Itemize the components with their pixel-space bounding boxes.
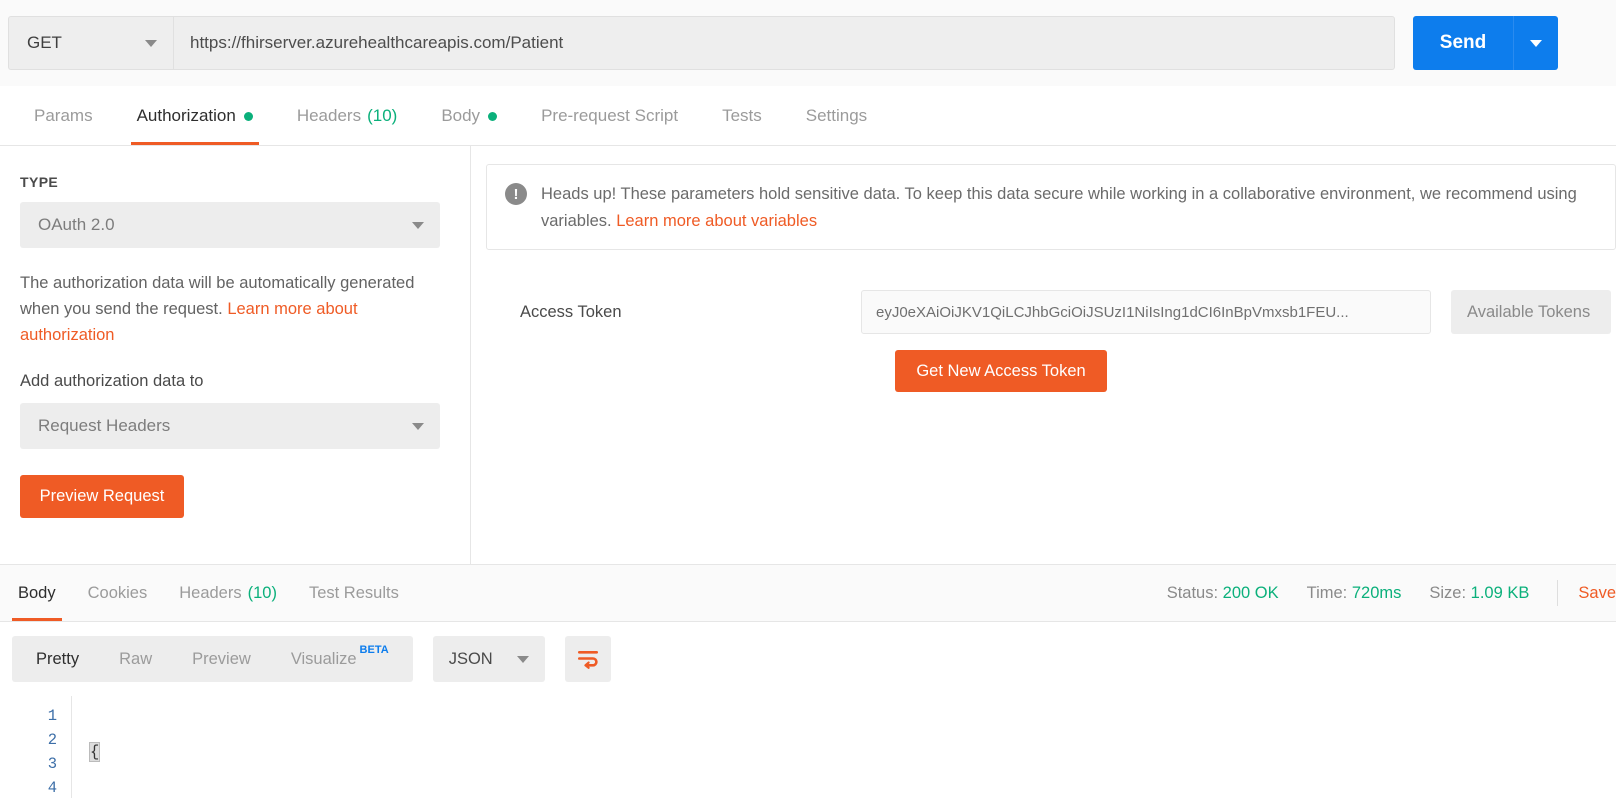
code-brace: { xyxy=(88,742,101,762)
response-status-bar: Body Cookies Headers (10) Test Results S… xyxy=(0,564,1616,622)
add-auth-data-to-value: Request Headers xyxy=(38,416,171,435)
get-new-access-token-button[interactable]: Get New Access Token xyxy=(895,350,1107,392)
chevron-down-icon xyxy=(145,39,157,47)
mode-label: Visualize xyxy=(290,649,357,668)
send-options-button[interactable] xyxy=(1513,16,1558,70)
sensitive-data-notice: ! Heads up! These parameters hold sensit… xyxy=(486,164,1616,250)
response-tab-cookies[interactable]: Cookies xyxy=(72,565,164,621)
request-url-bar: GET https://fhirserver.azurehealthcareap… xyxy=(0,0,1616,86)
mode-raw[interactable]: Raw xyxy=(99,636,172,682)
tab-label: Params xyxy=(34,106,93,125)
tab-authorization[interactable]: Authorization xyxy=(115,87,275,145)
access-token-row: Access Token eyJ0eXAiOiJKV1QiLCJhbGciOiJ… xyxy=(486,290,1616,334)
chevron-down-icon xyxy=(1530,39,1542,47)
tab-tests[interactable]: Tests xyxy=(700,87,784,145)
tab-label: Cookies xyxy=(87,583,148,602)
chevron-down-icon xyxy=(412,221,424,229)
size-value: 1.09 KB xyxy=(1470,583,1530,602)
beta-badge: BETA xyxy=(359,644,389,656)
tab-count: (10) xyxy=(367,106,398,125)
status-stat: Status: 200 OK xyxy=(1167,584,1279,603)
request-tab-bar: Params Authorization Headers (10) Body P… xyxy=(0,86,1616,146)
info-exclamation-icon: ! xyxy=(505,183,527,205)
add-auth-data-to-label: Add authorization data to xyxy=(20,372,204,390)
response-stats: Status: 200 OK Time: 720ms Size: 1.09 KB… xyxy=(1139,580,1616,606)
http-method-select[interactable]: GET xyxy=(8,16,173,70)
response-tab-test-results[interactable]: Test Results xyxy=(293,565,415,621)
line-number: 4 xyxy=(47,779,57,797)
http-method-value: GET xyxy=(27,33,62,52)
line-number: 1 xyxy=(47,707,57,725)
code-line: { xyxy=(88,740,509,764)
wrap-text-button[interactable] xyxy=(564,636,611,682)
response-tab-bar: Body Cookies Headers (10) Test Results xyxy=(0,565,415,621)
tab-count: (10) xyxy=(247,583,277,602)
tab-label: Tests xyxy=(722,106,762,125)
tab-label: Settings xyxy=(805,106,868,125)
response-body-code-viewer[interactable]: 1 2 3 4 { "resourceType": "Bundle", "id"… xyxy=(0,696,1616,798)
send-button[interactable]: Send xyxy=(1413,16,1513,70)
mode-pretty[interactable]: Pretty xyxy=(16,636,99,682)
access-token-input[interactable]: eyJ0eXAiOiJKV1QiLCJhbGciOiJSUzI1NiIsIng1… xyxy=(861,290,1431,334)
status-value: 200 OK xyxy=(1222,583,1279,602)
tab-label: Pre-request Script xyxy=(541,106,679,125)
mode-label: Preview xyxy=(192,649,251,668)
save-response-link[interactable]: Save xyxy=(1578,584,1616,603)
mode-label: Pretty xyxy=(36,649,80,668)
variables-learn-more-link[interactable]: Learn more about variables xyxy=(616,212,817,230)
response-format-value: JSON xyxy=(448,649,493,668)
available-tokens-button[interactable]: Available Tokens xyxy=(1451,290,1611,334)
size-stat: Size: 1.09 KB xyxy=(1429,584,1529,603)
line-number: 2 xyxy=(47,731,57,749)
stats-divider xyxy=(1557,580,1559,606)
modified-dot-icon xyxy=(488,111,498,121)
auth-type-label: TYPE xyxy=(20,174,59,190)
tab-label: Authorization xyxy=(136,106,236,125)
wrap-text-icon xyxy=(577,651,598,669)
mode-preview[interactable]: Preview xyxy=(172,636,271,682)
time-label: Time: xyxy=(1306,583,1348,602)
response-mode-segmented-control: Pretty Raw Preview Visualize BETA xyxy=(12,636,413,682)
code-lines: { "resourceType": "Bundle", "id": "164a1… xyxy=(72,696,509,798)
tab-body[interactable]: Body xyxy=(419,87,519,145)
authorization-left-panel: TYPE OAuth 2.0 The authorization data wi… xyxy=(0,146,471,564)
response-viewer-toolbar: Pretty Raw Preview Visualize BETA JSON xyxy=(0,622,1616,696)
response-tab-headers[interactable]: Headers (10) xyxy=(163,565,293,621)
auth-description: The authorization data will be automatic… xyxy=(20,270,444,348)
tab-label: Headers xyxy=(296,106,362,125)
tab-settings[interactable]: Settings xyxy=(784,87,889,145)
auth-type-select[interactable]: OAuth 2.0 xyxy=(20,202,440,248)
tab-params[interactable]: Params xyxy=(12,87,115,145)
line-number: 3 xyxy=(47,755,57,773)
time-stat: Time: 720ms xyxy=(1307,584,1402,603)
tab-label: Headers xyxy=(179,583,242,602)
tab-label: Test Results xyxy=(308,583,399,602)
size-label: Size: xyxy=(1429,583,1467,602)
authorization-right-panel: ! Heads up! These parameters hold sensit… xyxy=(472,146,1616,564)
tab-pre-request-script[interactable]: Pre-request Script xyxy=(519,87,700,145)
response-tab-body[interactable]: Body xyxy=(2,565,72,621)
code-line-numbers: 1 2 3 4 xyxy=(0,696,72,798)
tab-label: Body xyxy=(441,106,481,125)
time-value: 720ms xyxy=(1351,583,1402,602)
modified-dot-icon xyxy=(243,111,253,121)
preview-request-button[interactable]: Preview Request xyxy=(20,475,184,518)
tab-headers[interactable]: Headers (10) xyxy=(275,87,420,145)
notice-text-block: Heads up! These parameters hold sensitiv… xyxy=(541,181,1581,235)
tab-label: Body xyxy=(18,583,56,602)
mode-visualize[interactable]: Visualize BETA xyxy=(271,636,409,682)
chevron-down-icon xyxy=(412,422,424,430)
response-format-select[interactable]: JSON xyxy=(432,636,545,682)
mode-label: Raw xyxy=(119,649,153,668)
send-button-group: Send xyxy=(1413,16,1558,70)
status-label: Status: xyxy=(1166,583,1219,602)
add-auth-data-to-select[interactable]: Request Headers xyxy=(20,403,440,449)
auth-type-value: OAuth 2.0 xyxy=(38,215,115,234)
chevron-down-icon xyxy=(516,655,529,663)
postman-request-window: GET https://fhirserver.azurehealthcareap… xyxy=(0,0,1616,798)
access-token-label: Access Token xyxy=(520,302,622,321)
request-url-input[interactable]: https://fhirserver.azurehealthcareapis.c… xyxy=(173,16,1395,70)
